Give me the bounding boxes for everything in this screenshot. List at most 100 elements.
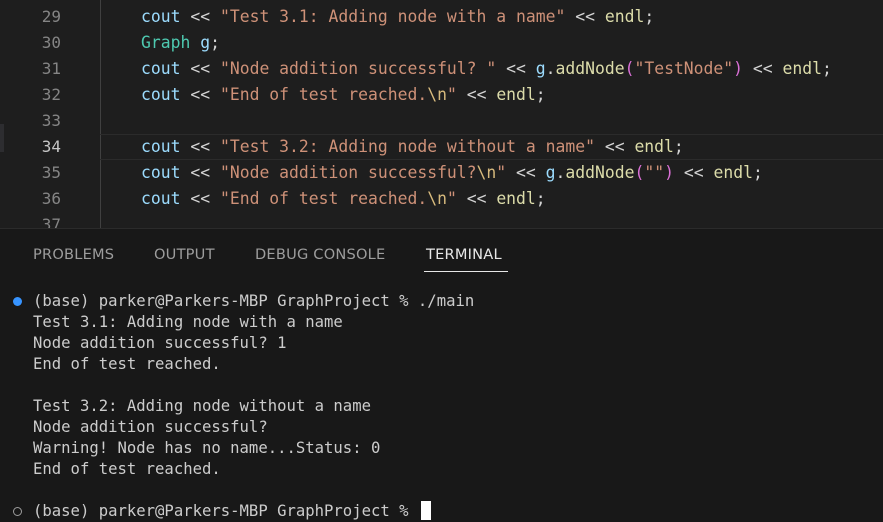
tab-output[interactable]: OUTPUT: [154, 246, 215, 263]
code-token: "Test 3.1: Adding node with a name": [219, 7, 566, 26]
code-token: <<: [180, 189, 220, 208]
code-line[interactable]: [141, 212, 883, 228]
code-token: (: [634, 163, 645, 182]
code-token: ): [664, 163, 674, 182]
code-token: <<: [180, 163, 220, 182]
code-token: cout: [141, 163, 181, 182]
terminal-line: Node addition successful? 1: [0, 333, 883, 354]
code-token: <<: [594, 137, 635, 156]
terminal-line: Warning! Node has no name...Status: 0: [0, 438, 883, 459]
line-number: 36: [41, 189, 61, 208]
terminal-line: Node addition successful?: [0, 417, 883, 438]
code-token: <<: [496, 59, 536, 78]
code-token: <<: [673, 163, 714, 182]
code-token: <<: [180, 137, 220, 156]
terminal-line: End of test reached.: [0, 459, 883, 480]
code-token: ): [733, 59, 744, 78]
line-number: 37: [41, 215, 61, 228]
line-number: 34: [41, 137, 61, 156]
code-token: endl: [634, 137, 674, 156]
code-token: "Test 3.2: Adding node without a name": [219, 137, 595, 156]
code-token: ": [446, 189, 457, 208]
code-token: <<: [565, 7, 605, 26]
tab-problems[interactable]: PROBLEMS: [33, 246, 114, 263]
code-line[interactable]: cout << "End of test reached.\n" << endl…: [141, 82, 883, 108]
terminal-text: Warning! Node has no name...Status: 0: [33, 439, 381, 457]
code-token: Graph: [141, 33, 191, 52]
code-token: ;: [752, 163, 763, 182]
terminal-text: (base) parker@Parkers-MBP GraphProject %…: [33, 292, 475, 310]
code-token: <<: [743, 59, 783, 78]
code-token: endl: [604, 7, 645, 26]
terminal-line: Test 3.2: Adding node without a name: [0, 396, 883, 417]
line-number: 32: [41, 85, 61, 104]
line-number: 35: [41, 163, 61, 182]
tab-terminal[interactable]: TERMINAL: [426, 246, 502, 263]
active-tab-underline: [424, 271, 508, 272]
code-token: ;: [535, 85, 546, 104]
code-token: endl: [713, 163, 753, 182]
code-token: \n: [427, 189, 447, 208]
indent-guide: [100, 0, 101, 228]
code-token: ;: [673, 137, 684, 156]
code-line[interactable]: cout << "Test 3.1: Adding node with a na…: [141, 4, 883, 30]
code-token: <<: [456, 85, 497, 104]
line-number-gutter: 29 30 31 32 33 34 35 36 37: [0, 4, 98, 228]
line-number: 31: [41, 59, 61, 78]
line-number: 29: [41, 7, 61, 26]
terminal-output[interactable]: (base) parker@Parkers-MBP GraphProject %…: [0, 291, 883, 522]
code-token: ": [496, 163, 507, 182]
code-token: <<: [180, 7, 220, 26]
terminal-text: Node addition successful?: [33, 418, 268, 436]
code-token: cout: [141, 137, 181, 156]
code-line[interactable]: cout << "Node addition successful?\n" <<…: [141, 160, 883, 186]
code-token: <<: [180, 85, 220, 104]
code-token: g: [535, 59, 546, 78]
terminal-text: Test 3.2: Adding node without a name: [33, 397, 371, 415]
code-token: \n: [427, 85, 447, 104]
code-token: <<: [180, 59, 220, 78]
code-token: ;: [822, 59, 832, 78]
code-line-current[interactable]: cout << "Test 3.2: Adding node without a…: [100, 134, 883, 160]
code-token: "Node addition successful?: [219, 163, 477, 182]
code-token: endl: [782, 59, 822, 78]
command-default-dot-icon[interactable]: [13, 507, 22, 516]
code-token: ;: [210, 33, 220, 52]
code-token: cout: [141, 7, 181, 26]
terminal-prompt-line: (base) parker@Parkers-MBP GraphProject %: [0, 501, 883, 522]
code-token: g: [200, 33, 211, 52]
terminal-line: End of test reached.: [0, 354, 883, 375]
line-number: 30: [41, 33, 61, 52]
code-token: "End of test reached.: [219, 85, 428, 104]
terminal-cursor-icon: [420, 501, 431, 520]
tab-debug-console[interactable]: DEBUG CONSOLE: [255, 246, 385, 263]
code-token: ;: [535, 189, 546, 208]
line-number: 33: [41, 111, 61, 130]
code-token: \n: [476, 163, 497, 182]
terminal-prompt-line: (base) parker@Parkers-MBP GraphProject %…: [0, 291, 883, 312]
code-token: "TestNode": [634, 59, 734, 78]
code-lines[interactable]: cout << "Test 3.1: Adding node with a na…: [100, 4, 883, 228]
code-token: cout: [141, 189, 181, 208]
code-token: cout: [141, 85, 181, 104]
code-token: cout: [141, 59, 181, 78]
code-line[interactable]: cout << "End of test reached.\n" << endl…: [141, 186, 883, 212]
code-line[interactable]: [141, 108, 883, 134]
code-token: "": [644, 163, 665, 182]
code-token: <<: [506, 163, 546, 182]
code-token: addNode: [565, 163, 635, 182]
terminal-text: (base) parker@Parkers-MBP GraphProject %: [33, 502, 418, 520]
terminal-text: Node addition successful? 1: [33, 334, 287, 352]
code-token: ;: [644, 7, 655, 26]
code-token: "Node addition successful? ": [219, 59, 497, 78]
code-line[interactable]: Graph g;: [141, 30, 883, 56]
terminal-text: End of test reached.: [33, 460, 221, 478]
command-success-dot-icon[interactable]: [13, 297, 22, 306]
code-token: addNode: [555, 59, 625, 78]
code-line[interactable]: cout << "Node addition successful? " << …: [141, 56, 883, 82]
code-editor[interactable]: 29 30 31 32 33 34 35 36 37 cout << "Test 3.1: Ad…: [0, 0, 883, 228]
terminal-text: Test 3.1: Adding node with a name: [33, 313, 343, 331]
code-token: .: [555, 163, 566, 182]
